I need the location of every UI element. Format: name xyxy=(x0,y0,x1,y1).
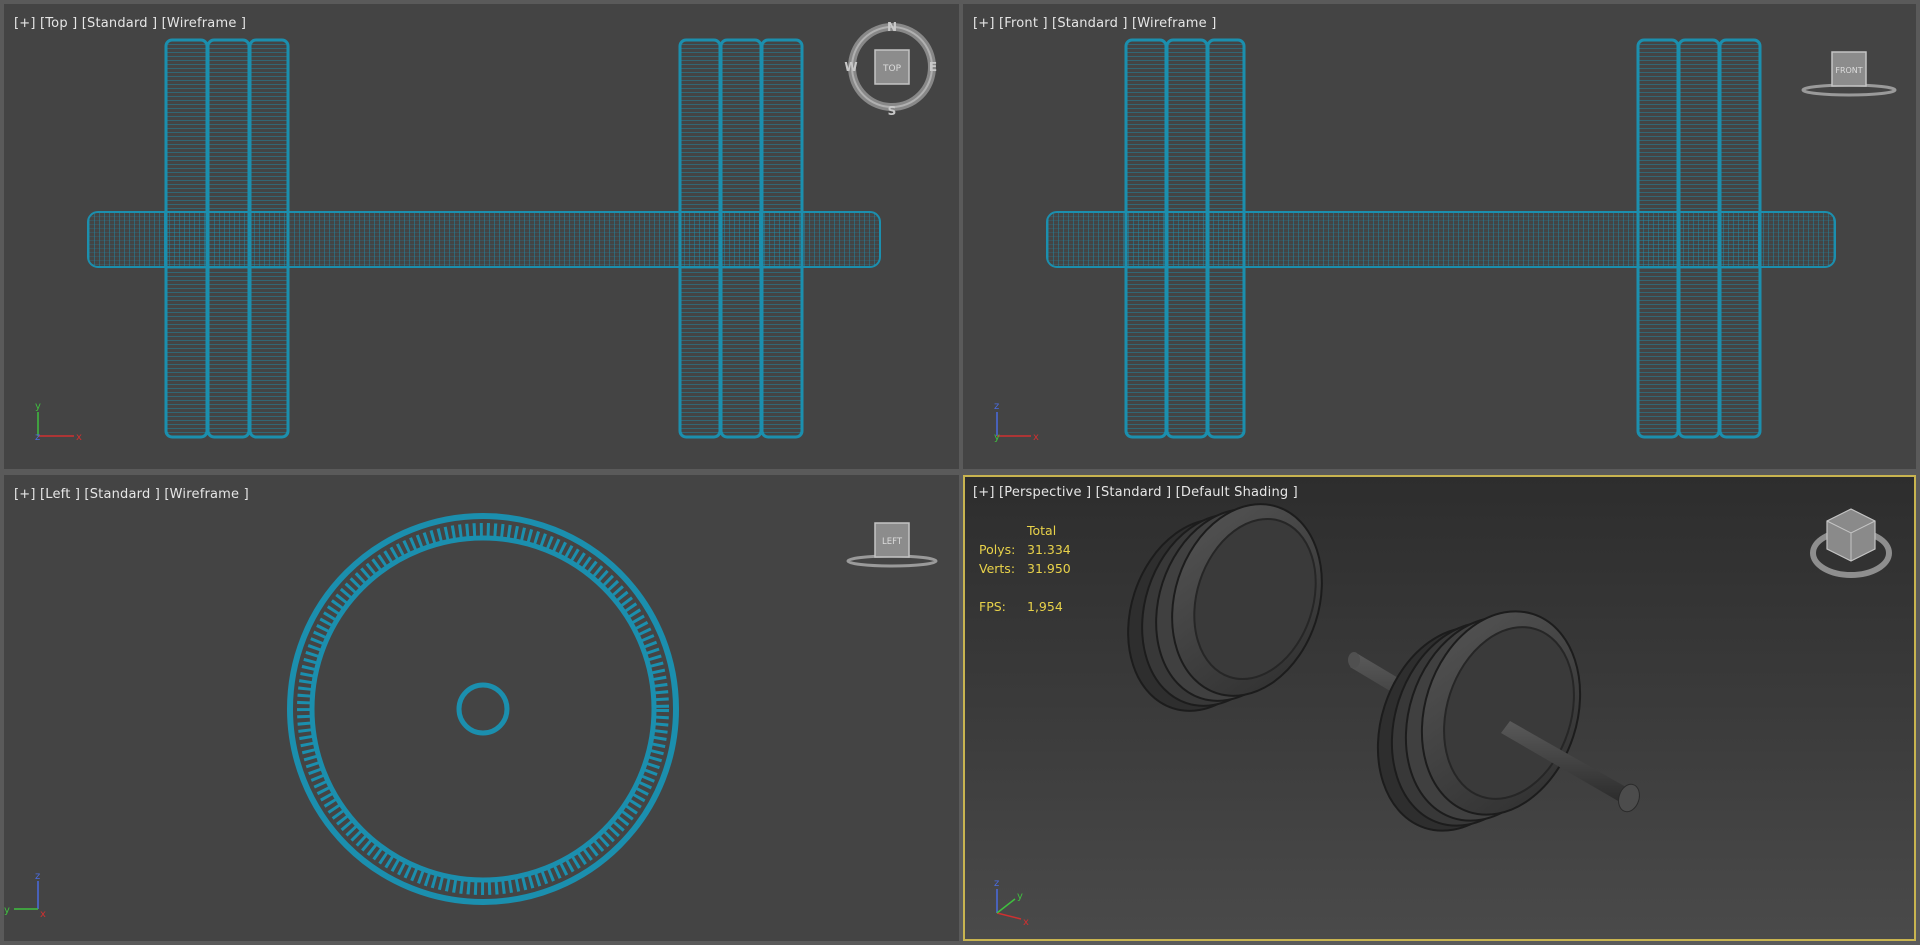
bar-end-wire xyxy=(456,682,510,736)
axis-tripod: y x z xyxy=(35,401,82,443)
compass-west: W xyxy=(844,60,857,74)
viewcube-label: TOP xyxy=(882,64,902,74)
stats-polys-row: Polys: 31.334 xyxy=(979,540,1071,559)
stats-verts-label: Verts: xyxy=(979,561,1016,576)
viewport-left[interactable]: LEFT z y x [+] [Left ] [Standard ] [Wire… xyxy=(4,475,959,941)
stats-verts-row: Verts: 31.950 xyxy=(979,559,1071,578)
axis-tripod: z x y xyxy=(994,401,1039,443)
viewcube[interactable]: LEFT xyxy=(846,522,938,568)
stats-polys-label: Polys: xyxy=(979,542,1016,557)
viewcube-label: FRONT xyxy=(1835,66,1862,75)
axis-tripod: z y x xyxy=(4,871,46,920)
perspective-shaded-view: z x y xyxy=(994,503,1892,928)
plate-ring-wire xyxy=(287,513,679,905)
left-plates-wire xyxy=(164,38,290,439)
svg-text:x: x xyxy=(76,432,82,443)
compass-south: S xyxy=(888,104,897,118)
left-wireframe-view: LEFT z y x xyxy=(4,513,938,920)
stats-fps-row: FPS: 1,954 xyxy=(979,597,1071,616)
viewport-top[interactable]: TOP N S E W y x z [+] [Top ] [Standard ]… xyxy=(4,4,959,469)
viewport-label-left[interactable]: [+] [Left ] [Standard ] [Wireframe ] xyxy=(14,487,249,502)
svg-text:x: x xyxy=(1033,432,1039,443)
front-wireframe-view: FRONT z x y xyxy=(994,38,1897,443)
compass-east: E xyxy=(929,60,937,74)
stats-fps-value: 1,954 xyxy=(1027,599,1063,614)
svg-text:y: y xyxy=(4,905,10,916)
dumbbell-plates-right xyxy=(1376,610,1640,832)
compass-north: N xyxy=(887,20,897,34)
viewport-front[interactable]: FRONT z x y [+] [Front ] [Standard ] [Wi… xyxy=(963,4,1916,469)
axis-tripod: z x y xyxy=(994,878,1029,928)
stats-fps-label: FPS: xyxy=(979,599,1006,614)
stats-polys-value: 31.334 xyxy=(1027,542,1071,557)
right-plates-wire xyxy=(678,38,804,439)
right-plates-wire xyxy=(1636,38,1762,439)
left-plates-wire xyxy=(1124,38,1246,439)
svg-text:z: z xyxy=(35,871,40,882)
scene-statistics: Total Polys: 31.334 Verts: 31.950 FPS: 1… xyxy=(979,521,1071,616)
dumbbell-plates-left xyxy=(1127,503,1323,712)
svg-text:x: x xyxy=(1023,917,1029,928)
viewport-label-front[interactable]: [+] [Front ] [Standard ] [Wireframe ] xyxy=(973,16,1216,31)
viewport-label-top[interactable]: [+] [Top ] [Standard ] [Wireframe ] xyxy=(14,16,246,31)
svg-text:z: z xyxy=(994,878,999,889)
svg-text:z: z xyxy=(994,401,999,412)
viewcube-label: LEFT xyxy=(882,537,903,547)
svg-text:y: y xyxy=(994,432,1000,443)
viewcube-compass[interactable]: TOP N S E W xyxy=(844,20,937,118)
svg-text:x: x xyxy=(40,909,46,920)
stats-header: Total xyxy=(1027,523,1057,538)
top-wireframe-view: TOP N S E W y x z xyxy=(35,20,937,443)
viewport-label-perspective[interactable]: [+] [Perspective ] [Standard ] [Default … xyxy=(973,485,1298,500)
viewcube[interactable]: FRONT xyxy=(1801,51,1897,97)
svg-text:y: y xyxy=(35,401,41,412)
svg-text:y: y xyxy=(1017,891,1023,902)
viewport-perspective[interactable]: z x y [+] [Perspective ] [Standard ] [De… xyxy=(963,475,1916,941)
stats-verts-value: 31.950 xyxy=(1027,561,1071,576)
svg-text:z: z xyxy=(35,432,40,443)
viewcube[interactable] xyxy=(1810,508,1892,578)
